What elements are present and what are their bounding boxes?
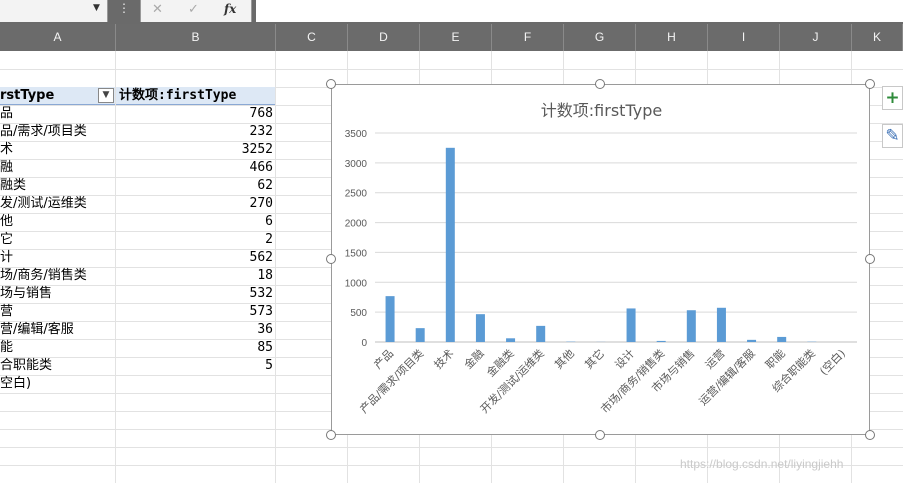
x-tick-label: (空白) bbox=[817, 346, 849, 378]
x-tick-label: 其它 bbox=[582, 346, 607, 371]
bar[interactable] bbox=[445, 147, 455, 342]
bar[interactable] bbox=[536, 325, 546, 342]
column-header-d[interactable]: D bbox=[348, 24, 420, 51]
y-tick-label: 0 bbox=[361, 338, 367, 349]
column-header-b[interactable]: B bbox=[116, 24, 276, 51]
pivot-row-label[interactable]: 术 bbox=[0, 141, 115, 159]
x-tick-label: 运营 bbox=[702, 346, 727, 371]
chart-elements-add-icon[interactable]: + bbox=[882, 86, 903, 110]
pivot-row-count[interactable]: 5 bbox=[116, 357, 275, 375]
x-tick-label: 设计 bbox=[612, 347, 637, 372]
pivot-row-label[interactable]: 品/需求/项目类 bbox=[0, 123, 115, 141]
more-icon[interactable]: ⋮ bbox=[118, 1, 130, 15]
pivot-row-count[interactable]: 36 bbox=[116, 321, 275, 339]
pivot-row-count[interactable]: 562 bbox=[116, 249, 275, 267]
pivot-value-header[interactable]: 计数项:firstType bbox=[116, 87, 275, 105]
row-gridline bbox=[0, 69, 903, 70]
pivot-row-label[interactable]: 场与销售 bbox=[0, 285, 115, 303]
pivot-row-count[interactable]: 466 bbox=[116, 159, 275, 177]
x-tick-label: 产品 bbox=[371, 346, 396, 371]
column-header-a[interactable]: A bbox=[0, 24, 116, 51]
pivot-row-label[interactable]: 它 bbox=[0, 231, 115, 249]
column-header-k[interactable]: K bbox=[852, 24, 903, 51]
bar[interactable] bbox=[626, 308, 636, 342]
pivot-row-label[interactable]: 计 bbox=[0, 249, 115, 267]
bar[interactable] bbox=[716, 307, 726, 342]
pivot-row-label[interactable]: 营/编辑/客服 bbox=[0, 321, 115, 339]
filter-dropdown-icon[interactable]: ▼ bbox=[98, 88, 114, 103]
y-tick-label: 1500 bbox=[345, 248, 368, 259]
pivot-row-count[interactable]: 573 bbox=[116, 303, 275, 321]
pivot-row-count[interactable]: 2 bbox=[116, 231, 275, 249]
pivot-row-label[interactable]: 融 bbox=[0, 159, 115, 177]
pivot-row-count[interactable]: 270 bbox=[116, 195, 275, 213]
resize-handle-se[interactable] bbox=[865, 430, 875, 440]
column-header-i[interactable]: I bbox=[708, 24, 780, 51]
bar[interactable] bbox=[777, 336, 787, 342]
chart-styles-brush-icon[interactable]: ✎ bbox=[882, 124, 903, 148]
column-header-e[interactable]: E bbox=[420, 24, 492, 51]
column-header-f[interactable]: F bbox=[492, 24, 564, 51]
bar[interactable] bbox=[415, 328, 425, 342]
pivot-row-count[interactable]: 232 bbox=[116, 123, 275, 141]
chart-plot-area: 0500100015002000250030003500产品产品/需求/项目类技… bbox=[345, 129, 857, 416]
watermark: https://blog.csdn.net/liyingjiehh bbox=[680, 457, 844, 471]
bar[interactable] bbox=[747, 339, 757, 342]
y-tick-label: 1000 bbox=[345, 278, 368, 289]
x-tick-label: 其他 bbox=[552, 347, 577, 372]
pivot-row-label[interactable]: 融类 bbox=[0, 177, 115, 195]
y-tick-label: 3500 bbox=[345, 129, 368, 140]
resize-handle-nw[interactable] bbox=[326, 79, 336, 89]
resize-handle-sw[interactable] bbox=[326, 430, 336, 440]
name-box[interactable] bbox=[0, 0, 108, 22]
enter-icon[interactable]: ✓ bbox=[188, 2, 199, 17]
pivot-row-label[interactable]: 发/测试/运维类 bbox=[0, 195, 115, 213]
x-tick-label: 职能 bbox=[762, 346, 787, 371]
x-tick-label: 技术 bbox=[432, 347, 457, 372]
pivot-row-label[interactable]: 场/商务/销售类 bbox=[0, 267, 115, 285]
bar-chart[interactable]: 计数项:firstType 0 500 1000 1500 2000 2500 3000 35… bbox=[331, 84, 870, 435]
cancel-icon[interactable]: ✕ bbox=[152, 2, 163, 17]
pivot-row-count[interactable]: 18 bbox=[116, 267, 275, 285]
column-header-g[interactable]: G bbox=[564, 24, 636, 51]
y-tick-label: 2500 bbox=[345, 189, 368, 200]
pivot-row-label[interactable]: 营 bbox=[0, 303, 115, 321]
row-gridline bbox=[0, 447, 903, 448]
pivot-row-count[interactable]: 62 bbox=[116, 177, 275, 195]
x-tick-label: 金融 bbox=[461, 346, 486, 371]
pivot-row-label[interactable]: 能 bbox=[0, 339, 115, 357]
y-tick-label: 3000 bbox=[345, 159, 368, 170]
column-header-j[interactable]: J bbox=[780, 24, 852, 51]
pivot-row-count[interactable]: 532 bbox=[116, 285, 275, 303]
resize-handle-w[interactable] bbox=[326, 254, 336, 264]
pivot-row-label[interactable]: 空白) bbox=[0, 375, 115, 393]
pivot-row-label[interactable]: 合职能类 bbox=[0, 357, 115, 375]
chevron-down-icon[interactable]: ▼ bbox=[93, 3, 100, 13]
column-header-c[interactable]: C bbox=[276, 24, 348, 51]
bar[interactable] bbox=[385, 296, 395, 342]
pivot-row-count[interactable]: 3252 bbox=[116, 141, 275, 159]
insert-function-icon[interactable]: fx bbox=[224, 2, 236, 16]
pivot-row-count[interactable]: 85 bbox=[116, 339, 275, 357]
pivot-row-label[interactable]: 他 bbox=[0, 213, 115, 231]
bar[interactable] bbox=[475, 314, 485, 342]
resize-handle-n[interactable] bbox=[595, 79, 605, 89]
y-tick-label: 2000 bbox=[345, 219, 368, 230]
formula-input[interactable] bbox=[256, 0, 903, 22]
y-tick-label: 500 bbox=[350, 308, 367, 319]
column-header-h[interactable]: H bbox=[636, 24, 708, 51]
resize-handle-ne[interactable] bbox=[865, 79, 875, 89]
pivot-row-count[interactable]: 6 bbox=[116, 213, 275, 231]
pivot-row-label[interactable]: 品 bbox=[0, 105, 115, 123]
column-gridline bbox=[275, 51, 276, 483]
pivot-row-count[interactable] bbox=[116, 375, 275, 393]
resize-handle-s[interactable] bbox=[595, 430, 605, 440]
bar[interactable] bbox=[506, 338, 516, 342]
bar[interactable] bbox=[656, 340, 666, 342]
bar[interactable] bbox=[686, 310, 696, 342]
pivot-row-count[interactable]: 768 bbox=[116, 105, 275, 123]
resize-handle-e[interactable] bbox=[865, 254, 875, 264]
